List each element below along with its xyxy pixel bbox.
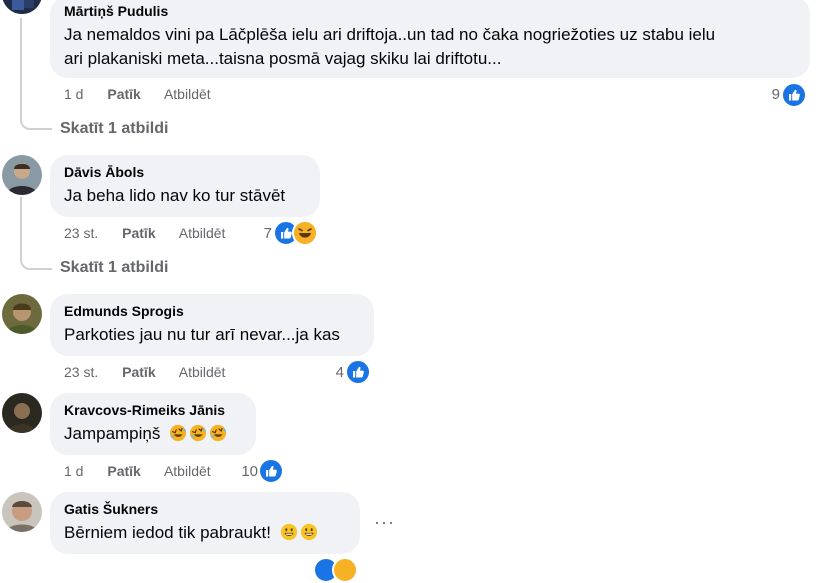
- avatar-photo: [2, 0, 42, 14]
- avatar[interactable]: [2, 155, 42, 195]
- like-button[interactable]: Patīk: [107, 463, 140, 479]
- comment-text-content: Bērniem iedod tik pabraukt!: [64, 523, 271, 542]
- comment-text: Parkoties jau nu tur arī nevar...ja kas: [64, 325, 340, 344]
- rofl-emoji: [189, 424, 207, 442]
- comment-author[interactable]: Kravcovs-Rimeiks Jānis: [64, 401, 244, 419]
- comment-text: Ja nemaldos vini pa Lāčplēša ielu ari dr…: [64, 25, 716, 44]
- comment-author[interactable]: Dāvis Ābols: [64, 163, 308, 181]
- comment-bubble: Dāvis Ābols Ja beha lido nav ko tur stāv…: [50, 155, 320, 217]
- comment-text: Bērniem iedod tik pabraukt!: [64, 521, 348, 545]
- thread-line: [20, 197, 52, 270]
- comment-author[interactable]: Edmunds Sprogis: [64, 302, 362, 320]
- comment-actions: 1 d Patīk Atbildēt: [64, 462, 227, 480]
- reply-button[interactable]: Atbildēt: [179, 225, 226, 241]
- comment-timestamp[interactable]: 1 d: [64, 86, 83, 102]
- avatar-photo: [2, 155, 42, 195]
- comment-timestamp[interactable]: 1 d: [64, 463, 83, 479]
- reply-button[interactable]: Atbildēt: [179, 364, 226, 380]
- reaction-count[interactable]: 10: [232, 463, 258, 481]
- comment-bubble: Gatis Šukners Bērniem iedod tik pabraukt…: [50, 492, 360, 554]
- view-replies-link[interactable]: Skatīt 1 atbildi: [60, 119, 168, 139]
- smile-emoji: [300, 523, 318, 541]
- like-icon: [345, 359, 371, 385]
- rofl-emoji: [169, 424, 187, 442]
- thread-line: [20, 18, 52, 130]
- comment-bubble: Kravcovs-Rimeiks Jānis Jampampiņš: [50, 393, 256, 455]
- comment-author[interactable]: Mārtiņš Pudulis: [64, 2, 798, 20]
- comment-text: Jampampiņš: [64, 422, 244, 446]
- more-options-icon[interactable]: ···: [374, 512, 395, 532]
- haha-icon: [292, 220, 318, 246]
- like-button[interactable]: Patīk: [122, 364, 155, 380]
- reaction-count[interactable]: 4: [328, 364, 344, 382]
- comment-text-content: Jampampiņš: [64, 424, 161, 443]
- comment-actions: 23 st. Patīk Atbildēt: [64, 363, 241, 381]
- reply-button[interactable]: Atbildēt: [164, 86, 211, 102]
- like-icon: [781, 82, 807, 108]
- comment-timestamp[interactable]: 23 st.: [64, 364, 98, 380]
- comment-text: Ja beha lido nav ko tur stāvēt: [64, 186, 286, 205]
- comment-actions: 1 d Patīk Atbildēt: [64, 85, 227, 103]
- avatar[interactable]: [2, 0, 42, 14]
- comment-text: ari plakaniski meta...taisna posmā vajag…: [64, 49, 502, 68]
- avatar-photo: [2, 393, 42, 433]
- rofl-emoji: [209, 424, 227, 442]
- like-button[interactable]: Patīk: [107, 86, 140, 102]
- avatar[interactable]: [2, 294, 42, 334]
- smile-emoji: [280, 523, 298, 541]
- avatar-photo: [2, 294, 42, 334]
- comment-bubble: Edmunds Sprogis Parkoties jau nu tur arī…: [50, 294, 374, 356]
- comment-timestamp[interactable]: 23 st.: [64, 225, 98, 241]
- comment-bubble: Mārtiņš Pudulis Ja nemaldos vini pa Lāčp…: [50, 0, 810, 78]
- avatar-photo: [2, 492, 42, 532]
- view-replies-link[interactable]: Skatīt 1 atbildi: [60, 258, 168, 278]
- avatar[interactable]: [2, 492, 42, 532]
- like-button[interactable]: Patīk: [122, 225, 155, 241]
- reaction-count[interactable]: 7: [256, 225, 272, 243]
- reply-button[interactable]: Atbildēt: [164, 463, 211, 479]
- comment-actions: 23 st. Patīk Atbildēt: [64, 224, 241, 242]
- like-icon: [258, 458, 284, 484]
- reaction-count[interactable]: 9: [764, 86, 780, 104]
- avatar[interactable]: [2, 393, 42, 433]
- comment-author[interactable]: Gatis Šukners: [64, 500, 348, 518]
